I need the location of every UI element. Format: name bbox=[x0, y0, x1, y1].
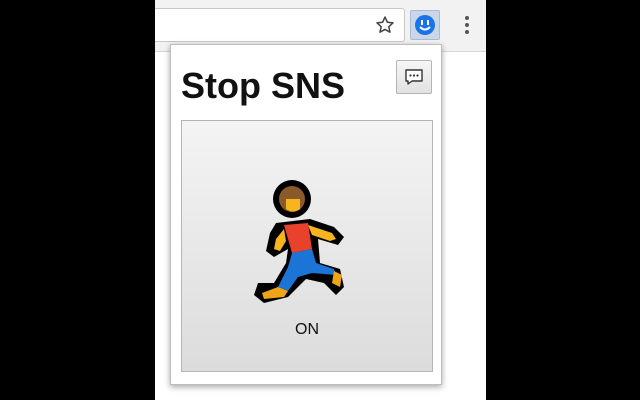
address-bar[interactable] bbox=[155, 8, 405, 42]
toggle-button[interactable]: ON bbox=[181, 120, 433, 372]
popup-title: Stop SNS bbox=[181, 65, 346, 106]
star-icon[interactable] bbox=[374, 14, 396, 36]
feedback-button[interactable] bbox=[396, 60, 432, 94]
running-person-icon bbox=[254, 180, 344, 303]
toggle-state-label: ON bbox=[295, 321, 319, 338]
extension-popup: Stop SNS ON bbox=[170, 44, 442, 385]
smiley-icon[interactable] bbox=[410, 10, 440, 40]
more-vertical-icon[interactable] bbox=[457, 12, 477, 38]
speech-bubble-icon bbox=[405, 69, 423, 85]
